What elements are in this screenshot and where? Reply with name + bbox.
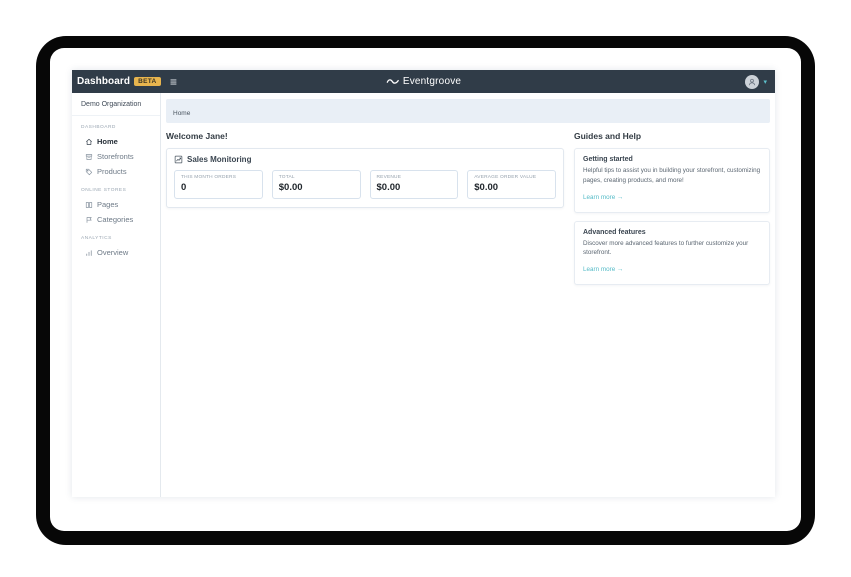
user-avatar-icon[interactable] (745, 74, 760, 89)
sales-monitoring-title: Sales Monitoring (187, 155, 252, 164)
line-chart-icon (174, 155, 183, 164)
content-row: Welcome Jane! Sales Monitoring THIS MONT… (166, 131, 770, 293)
stat-this-month-orders: THIS MONTH ORDERS 0 (174, 170, 263, 199)
stat-label: TOTAL (278, 175, 295, 180)
guide-card-title: Advanced features (583, 228, 646, 236)
pages-icon (85, 201, 93, 209)
tag-icon (85, 168, 93, 176)
navbar-right: ▾ (745, 74, 767, 89)
app-body: Demo Organization DASHBOARD Home Storefr… (72, 93, 775, 497)
stat-value: $0.00 (376, 182, 401, 193)
sidebar-section-online-stores: ONLINE STORES Pages Categories (72, 188, 160, 227)
sidebar-item-categories[interactable]: Categories (72, 212, 160, 227)
sidebar: Demo Organization DASHBOARD Home Storefr… (72, 93, 161, 497)
sidebar-section-dashboard: DASHBOARD Home Storefronts Products (72, 125, 160, 179)
breadcrumb: Home (166, 99, 770, 123)
guide-card-advanced-features: Advanced features Discover more advanced… (574, 220, 770, 285)
welcome-column: Welcome Jane! Sales Monitoring THIS MONT… (166, 131, 564, 293)
sidebar-section-analytics: ANALYTICS Overview (72, 236, 160, 260)
learn-more-link[interactable]: Learn more → (583, 266, 623, 273)
sidebar-section-label: DASHBOARD (81, 125, 116, 130)
sidebar-section-label: ONLINE STORES (81, 188, 127, 193)
wave-icon (386, 79, 399, 84)
storefront-icon (85, 153, 93, 161)
sidebar-item-label: Products (97, 167, 127, 176)
beta-badge: BETA (134, 76, 161, 87)
breadcrumb-item-home[interactable]: Home (173, 110, 190, 117)
guide-card-body: Discover more advanced features to furth… (583, 239, 749, 257)
stat-value: $0.00 (278, 182, 303, 193)
page: Dashboard BETA ≡ Eventgroove ▾ Demo Orga… (0, 0, 851, 577)
sidebar-section-label: ANALYTICS (81, 236, 112, 241)
learn-more-link[interactable]: Learn more → (583, 194, 623, 201)
org-name[interactable]: Demo Organization (72, 93, 160, 116)
sidebar-item-products[interactable]: Products (72, 164, 160, 179)
guide-card-title: Getting started (583, 156, 633, 163)
stat-revenue: REVENUE $0.00 (369, 170, 459, 199)
guide-card-body: Helpful tips to assist you in building y… (583, 167, 761, 184)
category-icon (85, 216, 93, 224)
sales-monitoring-header: Sales Monitoring (174, 155, 556, 164)
stat-label: REVENUE (376, 175, 402, 180)
sidebar-item-overview[interactable]: Overview (72, 245, 160, 260)
device-frame: Dashboard BETA ≡ Eventgroove ▾ Demo Orga… (36, 36, 815, 545)
sidebar-item-label: Storefronts (97, 152, 134, 161)
top-navbar: Dashboard BETA ≡ Eventgroove ▾ (72, 70, 775, 93)
stats-row: THIS MONTH ORDERS 0 TOTAL $0.00 REVENUE … (174, 170, 556, 199)
sidebar-item-label: Home (97, 137, 118, 146)
guides-heading: Guides and Help (574, 131, 642, 141)
sidebar-item-label: Categories (97, 215, 134, 224)
home-icon (85, 138, 93, 146)
stat-value: $0.00 (474, 182, 499, 193)
stat-label: AVERAGE ORDER VALUE (474, 175, 537, 180)
brand-title: Dashboard (77, 76, 131, 87)
main-content: Home Welcome Jane! Sales Monitoring THIS… (161, 93, 775, 497)
sidebar-item-storefronts[interactable]: Storefronts (72, 149, 160, 164)
stat-value: 0 (181, 182, 187, 193)
sidebar-item-pages[interactable]: Pages (72, 197, 160, 212)
stat-label: THIS MONTH ORDERS (181, 175, 237, 180)
sidebar-item-label: Pages (97, 200, 119, 209)
bar-chart-icon (85, 249, 93, 257)
logo-text: Eventgroove (402, 76, 462, 87)
welcome-heading: Welcome Jane! (166, 131, 228, 141)
sales-monitoring-card: Sales Monitoring THIS MONTH ORDERS 0 TOT… (166, 148, 564, 208)
guides-column: Guides and Help Getting started Helpful … (574, 131, 770, 293)
brand-home-link[interactable]: Dashboard BETA (77, 76, 163, 87)
chevron-down-icon[interactable]: ▾ (763, 78, 767, 86)
screen: Dashboard BETA ≡ Eventgroove ▾ Demo Orga… (50, 48, 801, 531)
eventgroove-logo: Eventgroove (386, 70, 461, 93)
stat-average-order-value: AVERAGE ORDER VALUE $0.00 (467, 170, 556, 199)
dashboard-app: Dashboard BETA ≡ Eventgroove ▾ Demo Orga… (72, 70, 775, 497)
sidebar-item-label: Overview (97, 248, 129, 257)
sidebar-item-home[interactable]: Home (72, 134, 160, 149)
stat-total: TOTAL $0.00 (271, 170, 361, 199)
guide-card-getting-started: Getting started Helpful tips to assist y… (574, 148, 770, 213)
hamburger-menu-icon[interactable]: ≡ (170, 76, 177, 88)
